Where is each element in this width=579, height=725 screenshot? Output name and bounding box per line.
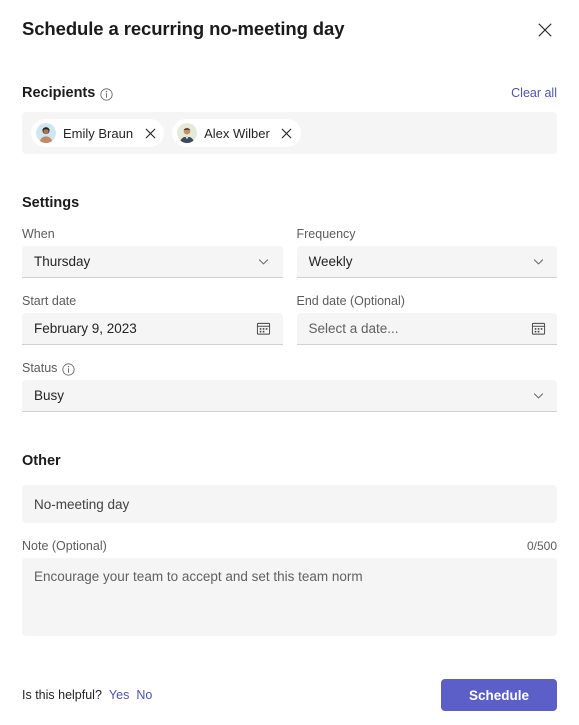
end-date-input[interactable]: Select a date... bbox=[296, 313, 557, 345]
end-date-value: Select a date... bbox=[308, 321, 399, 336]
recipient-pill[interactable]: Emily Braun bbox=[31, 119, 165, 147]
close-icon bbox=[145, 128, 156, 138]
frequency-dropdown[interactable]: Weekly bbox=[296, 246, 557, 278]
recipients-input-box[interactable]: Emily Braun Alex Wilber bbox=[22, 112, 557, 154]
when-label: When bbox=[22, 227, 55, 241]
status-value: Busy bbox=[34, 388, 65, 403]
status-label: Status bbox=[22, 361, 58, 375]
other-title: Other bbox=[22, 453, 61, 469]
recipient-pill[interactable]: Alex Wilber bbox=[172, 119, 301, 147]
avatar bbox=[36, 123, 56, 143]
schedule-no-meeting-day-dialog: Schedule a recurring no-meeting day Reci… bbox=[0, 0, 579, 725]
calendar-icon[interactable] bbox=[529, 320, 547, 338]
other-header: Other bbox=[22, 453, 557, 469]
feedback-yes-link[interactable]: Yes bbox=[109, 688, 129, 702]
subject-field: No-meeting day bbox=[22, 485, 557, 523]
end-date-field: End date (Optional) Select a date... bbox=[296, 294, 557, 345]
settings-title: Settings bbox=[22, 195, 80, 211]
close-icon bbox=[281, 128, 292, 138]
remove-recipient-button[interactable] bbox=[279, 125, 295, 141]
subject-row: No-meeting day bbox=[22, 485, 557, 523]
end-date-label: End date (Optional) bbox=[296, 294, 405, 308]
chevron-down-icon bbox=[529, 387, 547, 405]
feedback-question: Is this helpful? bbox=[22, 688, 102, 702]
start-date-value: February 9, 2023 bbox=[34, 321, 137, 336]
settings-header: Settings bbox=[22, 195, 557, 211]
info-icon[interactable] bbox=[100, 87, 113, 101]
page-title: Schedule a recurring no-meeting day bbox=[22, 18, 345, 39]
when-frequency-row: When Thursday Frequency Weekly bbox=[22, 227, 557, 278]
start-date-input[interactable]: February 9, 2023 bbox=[22, 313, 283, 345]
note-textarea[interactable]: Encourage your team to accept and set th… bbox=[22, 558, 557, 636]
frequency-field: Frequency Weekly bbox=[296, 227, 557, 278]
when-dropdown[interactable]: Thursday bbox=[22, 246, 283, 278]
clear-all-link[interactable]: Clear all bbox=[511, 86, 557, 100]
calendar-icon[interactable] bbox=[255, 320, 273, 338]
close-dialog-button[interactable] bbox=[531, 16, 559, 44]
remove-recipient-button[interactable] bbox=[142, 125, 158, 141]
when-field: When Thursday bbox=[22, 227, 283, 278]
recipients-header: Recipients Clear all bbox=[22, 85, 557, 101]
start-date-field: Start date February 9, 2023 bbox=[22, 294, 283, 345]
recipient-name: Emily Braun bbox=[63, 125, 134, 141]
avatar bbox=[177, 123, 198, 143]
dialog-header: Schedule a recurring no-meeting day bbox=[22, 0, 557, 44]
recipients-label: Recipients bbox=[22, 85, 96, 101]
recipient-name: Alex Wilber bbox=[204, 125, 270, 141]
feedback-no-link[interactable]: No bbox=[136, 688, 152, 702]
subject-input[interactable]: No-meeting day bbox=[22, 485, 557, 523]
chevron-down-icon bbox=[255, 253, 273, 271]
status-row: Status Busy bbox=[22, 361, 557, 412]
chevron-down-icon bbox=[529, 253, 547, 271]
status-label-group: Status bbox=[22, 361, 557, 376]
note-field: Note (Optional) 0/500 Encourage your tea… bbox=[22, 539, 557, 636]
close-icon bbox=[538, 23, 552, 37]
note-row: Note (Optional) 0/500 Encourage your tea… bbox=[22, 539, 557, 636]
schedule-button[interactable]: Schedule bbox=[441, 679, 557, 711]
info-icon[interactable] bbox=[62, 362, 76, 376]
when-value: Thursday bbox=[34, 254, 91, 269]
start-date-label: Start date bbox=[22, 294, 77, 308]
frequency-value: Weekly bbox=[308, 254, 353, 269]
dialog-footer: Is this helpful? Yes No Schedule bbox=[22, 679, 557, 725]
note-label: Note (Optional) bbox=[22, 539, 107, 553]
recipients-label-group: Recipients bbox=[22, 85, 113, 101]
status-dropdown[interactable]: Busy bbox=[22, 380, 557, 412]
status-field: Status Busy bbox=[22, 361, 557, 412]
note-label-group: Note (Optional) 0/500 bbox=[22, 539, 557, 553]
date-row: Start date February 9, 2023 End date (Op… bbox=[22, 294, 557, 345]
feedback-group: Is this helpful? Yes No bbox=[22, 688, 152, 702]
note-character-counter: 0/500 bbox=[526, 539, 557, 553]
frequency-label: Frequency bbox=[296, 227, 356, 241]
